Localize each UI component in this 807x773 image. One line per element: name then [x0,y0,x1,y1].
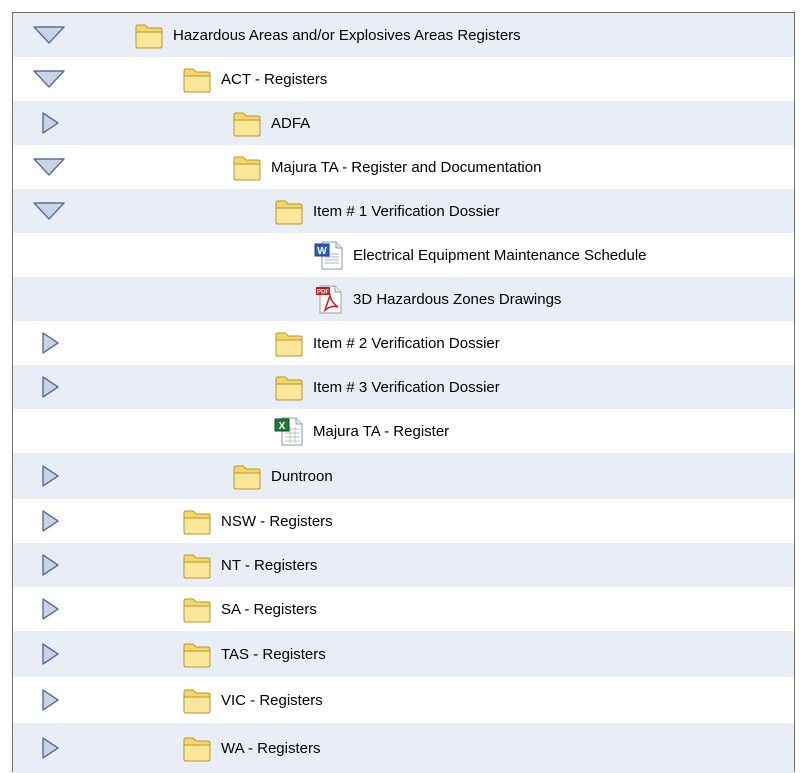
expand-toggle-icon[interactable] [31,643,67,665]
tree-row[interactable]: TAS - Registers [13,631,794,677]
collapse-toggle-icon[interactable] [31,24,67,46]
expand-toggle-icon[interactable] [31,465,67,487]
tree-node[interactable]: Item # 3 Verification Dossier [273,371,500,403]
tree-row[interactable]: ACT - Registers [13,57,794,101]
folder-icon [181,638,213,670]
folder-icon [231,460,263,492]
collapse-toggle-icon[interactable] [31,200,67,222]
tree-node[interactable]: Duntroon [231,460,333,492]
tree-row[interactable]: NSW - Registers [13,499,794,543]
tree-node[interactable]: WA - Registers [181,732,320,764]
tree-row[interactable]: WA - Registers [13,723,794,773]
tree-node-label: 3D Hazardous Zones Drawings [353,290,562,308]
tree-row[interactable]: Hazardous Areas and/or Explosives Areas … [13,13,794,57]
tree-row[interactable]: Item # 2 Verification Dossier [13,321,794,365]
svg-text:X: X [279,421,286,432]
tree-node[interactable]: VIC - Registers [181,684,323,716]
tree-node[interactable]: NSW - Registers [181,505,333,537]
folder-icon [231,107,263,139]
collapse-toggle-icon[interactable] [31,68,67,90]
expand-toggle-icon[interactable] [31,598,67,620]
tree-node-label: VIC - Registers [221,691,323,709]
file-tree: Hazardous Areas and/or Explosives Areas … [12,12,795,773]
tree-node-label: Majura TA - Register and Documentation [271,158,542,176]
tree-node-label: Electrical Equipment Maintenance Schedul… [353,246,647,264]
tree-row[interactable]: ADFA [13,101,794,145]
tree-node-label: Majura TA - Register [313,422,450,440]
tree-node[interactable]: X Majura TA - Register [273,415,449,447]
tree-row[interactable]: NT - Registers [13,543,794,587]
tree-node[interactable]: Hazardous Areas and/or Explosives Areas … [133,19,521,51]
tree-node-label: Item # 2 Verification Dossier [313,334,500,352]
tree-node[interactable]: SA - Registers [181,593,317,625]
tree-node-label: NSW - Registers [221,512,333,530]
tree-node[interactable]: Majura TA - Register and Documentation [231,151,541,183]
tree-node-label: Item # 1 Verification Dossier [313,202,500,220]
svg-text:PDF: PDF [317,290,329,296]
tree-node[interactable]: NT - Registers [181,549,317,581]
tree-node-label: ACT - Registers [221,70,328,88]
tree-row[interactable]: PDF 3D Hazardous Zones Drawings [13,277,794,321]
folder-icon [181,505,213,537]
expand-toggle-icon[interactable] [31,332,67,354]
tree-node-label: Item # 3 Verification Dossier [313,378,500,396]
tree-row[interactable]: VIC - Registers [13,677,794,723]
expand-toggle-icon[interactable] [31,510,67,532]
expand-toggle-icon[interactable] [31,112,67,134]
tree-row[interactable]: Duntroon [13,453,794,499]
folder-icon [181,684,213,716]
expand-toggle-icon[interactable] [31,737,67,759]
tree-node[interactable]: Item # 1 Verification Dossier [273,195,500,227]
pdf-document-icon: PDF [313,283,345,315]
folder-icon [273,371,305,403]
tree-row[interactable]: Majura TA - Register and Documentation [13,145,794,189]
folder-icon [273,327,305,359]
folder-icon [231,151,263,183]
word-document-icon: W [313,239,345,271]
tree-node-label: WA - Registers [221,739,321,757]
collapse-toggle-icon[interactable] [31,156,67,178]
folder-icon [181,549,213,581]
tree-row[interactable]: Item # 1 Verification Dossier [13,189,794,233]
expand-toggle-icon[interactable] [31,689,67,711]
tree-node-label: ADFA [271,114,311,132]
tree-row[interactable]: SA - Registers [13,587,794,631]
tree-node-label: Duntroon [271,467,333,485]
tree-node-label: NT - Registers [221,556,318,574]
expand-toggle-icon[interactable] [31,376,67,398]
folder-icon [181,593,213,625]
folder-icon [181,63,213,95]
tree-node[interactable]: Item # 2 Verification Dossier [273,327,500,359]
tree-node[interactable]: ACT - Registers [181,63,327,95]
tree-row[interactable]: X Majura TA - Register [13,409,794,453]
tree-node-label: Hazardous Areas and/or Explosives Areas … [173,26,521,44]
folder-icon [273,195,305,227]
tree-node[interactable]: ADFA [231,107,310,139]
tree-node[interactable]: TAS - Registers [181,638,326,670]
tree-node-label: TAS - Registers [221,645,326,663]
tree-row[interactable]: Item # 3 Verification Dossier [13,365,794,409]
tree-node[interactable]: PDF 3D Hazardous Zones Drawings [313,283,561,315]
excel-spreadsheet-icon: X [273,415,305,447]
folder-icon [133,19,165,51]
tree-node-label: SA - Registers [221,600,317,618]
svg-text:W: W [317,246,327,257]
folder-icon [181,732,213,764]
tree-row[interactable]: W Electrical Equipment Maintenance Sched… [13,233,794,277]
tree-node[interactable]: W Electrical Equipment Maintenance Sched… [313,239,647,271]
expand-toggle-icon[interactable] [31,554,67,576]
